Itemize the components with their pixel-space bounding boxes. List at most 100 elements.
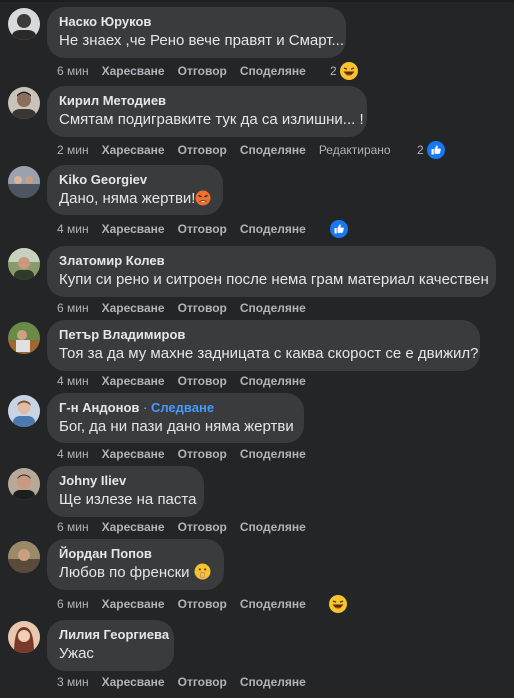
like-button[interactable]: Харесване <box>102 143 165 157</box>
comment-bubble: Лилия Георгиева Ужас <box>47 620 174 671</box>
comment-text: Любов по френски <box>59 563 212 583</box>
share-button[interactable]: Споделяне <box>240 597 306 611</box>
angry-emoji-icon <box>195 190 211 206</box>
like-button[interactable]: Харесване <box>102 520 165 534</box>
comment-actions: 2 мин Харесване Отговор Споделяне Редакт… <box>57 142 404 158</box>
reply-button[interactable]: Отговор <box>178 675 227 689</box>
comment-author[interactable]: Златомир Колев <box>59 253 484 269</box>
reply-button[interactable]: Отговор <box>178 520 227 534</box>
edited-label: Редактирано <box>318 143 391 157</box>
comment-author-name[interactable]: Г-н Андонов <box>59 400 139 415</box>
comment-actions: 6 мин Харесване Отговор Споделяне <box>57 596 319 612</box>
reply-button[interactable]: Отговор <box>178 222 227 236</box>
share-button[interactable]: Споделяне <box>240 520 306 534</box>
share-button[interactable]: Споделяне <box>240 301 306 315</box>
comment-bubble: Йордан Попов Любов по френски <box>47 539 224 590</box>
avatar[interactable] <box>8 621 40 653</box>
comment-actions: 6 мин Харесване Отговор Споделяне <box>57 519 319 535</box>
share-button[interactable]: Споделяне <box>240 64 306 78</box>
shushing-emoji-icon <box>194 563 211 580</box>
share-button[interactable]: Споделяне <box>240 374 306 388</box>
comment-bubble: Златомир Колев Купи си рено и ситроен по… <box>47 246 496 297</box>
reply-button[interactable]: Отговор <box>178 301 227 315</box>
like-button[interactable]: Харесване <box>102 597 165 611</box>
avatar[interactable] <box>8 166 40 198</box>
comment-author[interactable]: Наско Юруков <box>59 14 334 30</box>
comment-text: Ужас <box>59 645 94 662</box>
comment-time[interactable]: 6 мин <box>57 520 89 534</box>
avatar[interactable] <box>8 87 40 119</box>
comment-actions: 4 мин Харесване Отговор Споделяне <box>57 373 319 389</box>
comment-author: Г-н Андонов · Следване <box>59 400 292 416</box>
comment-text: Дано, няма жертви! <box>59 189 211 209</box>
comment-time[interactable]: 6 мин <box>57 64 89 78</box>
like-button[interactable]: Харесване <box>102 64 165 78</box>
avatar[interactable] <box>8 322 40 354</box>
reaction-count: 2 <box>330 64 337 78</box>
reaction-count: 2 <box>417 143 424 157</box>
like-button[interactable]: Харесване <box>102 675 165 689</box>
avatar[interactable] <box>8 541 40 573</box>
comment-text-content: Любов по френски <box>59 564 190 581</box>
share-button[interactable]: Споделяне <box>240 447 306 461</box>
comment-text: Ще излезе на паста <box>59 491 197 508</box>
reaction-summary[interactable]: 2 <box>330 61 359 81</box>
follow-button[interactable]: Следване <box>151 400 214 415</box>
reaction-summary[interactable] <box>329 219 349 239</box>
reply-button[interactable]: Отговор <box>178 143 227 157</box>
reply-button[interactable]: Отговор <box>178 447 227 461</box>
comment-time[interactable]: 6 мин <box>57 301 89 315</box>
comment-time[interactable]: 2 мин <box>57 143 89 157</box>
comment-actions: 6 мин Харесване Отговор Споделяне <box>57 300 319 316</box>
comment-text: Тоя за да му махне задницата с каква ско… <box>59 345 479 362</box>
like-icon <box>330 220 348 238</box>
avatar[interactable] <box>8 248 40 280</box>
comment-text: Не знаех ,че Рено вече правят и Смарт... <box>59 32 344 49</box>
laughing-emoji-icon <box>339 62 358 80</box>
reply-button[interactable]: Отговор <box>178 597 227 611</box>
comment-bubble: Петър Владимиров Тоя за да му махне задн… <box>47 320 480 371</box>
comment-bubble: Johny Iliev Ще излезе на паста <box>47 466 204 517</box>
like-button[interactable]: Харесване <box>102 374 165 388</box>
comment-time[interactable]: 6 мин <box>57 597 89 611</box>
share-button[interactable]: Споделяне <box>240 675 306 689</box>
like-icon <box>426 141 445 159</box>
comment-bubble: Kiko Georgiev Дано, няма жертви! <box>47 165 223 215</box>
comment-time[interactable]: 3 мин <box>57 675 89 689</box>
like-button[interactable]: Харесване <box>102 222 165 236</box>
avatar[interactable] <box>8 468 40 500</box>
reaction-summary[interactable]: 2 <box>417 140 446 160</box>
comment-time[interactable]: 4 мин <box>57 222 89 236</box>
comment-text: Купи си рено и ситроен после нема грам м… <box>59 271 489 288</box>
comment-text-content: Дано, няма жертви! <box>59 190 196 207</box>
comment-time[interactable]: 4 мин <box>57 374 89 388</box>
comment-bubble: Кирил Методиев Смятам подигравките тук д… <box>47 86 367 137</box>
comment-actions: 4 мин Харесване Отговор Споделяне <box>57 446 319 462</box>
reply-button[interactable]: Отговор <box>178 374 227 388</box>
reply-button[interactable]: Отговор <box>178 64 227 78</box>
comment-actions: 3 мин Харесване Отговор Споделяне <box>57 674 319 690</box>
share-button[interactable]: Споделяне <box>240 143 306 157</box>
separator-dot: · <box>139 400 151 415</box>
comment-author[interactable]: Йордан Попов <box>59 546 212 562</box>
like-button[interactable]: Харесване <box>102 447 165 461</box>
comment-author[interactable]: Лилия Георгиева <box>59 627 169 643</box>
laughing-emoji-icon <box>329 595 347 613</box>
comment-bubble: Г-н Андонов · Следване Бог, да ни пази д… <box>47 393 304 443</box>
comment-actions: 6 мин Харесване Отговор Споделяне <box>57 63 319 79</box>
avatar[interactable] <box>8 8 40 40</box>
reaction-summary[interactable] <box>328 594 348 614</box>
share-button[interactable]: Споделяне <box>240 222 306 236</box>
top-divider <box>0 0 514 2</box>
comment-author[interactable]: Петър Владимиров <box>59 327 468 343</box>
comment-author[interactable]: Johny Iliev <box>59 473 192 489</box>
comment-author[interactable]: Kiko Georgiev <box>59 172 211 188</box>
comment-text: Смятам подигравките тук да са излишни...… <box>59 111 364 128</box>
like-button[interactable]: Харесване <box>102 301 165 315</box>
comment-actions: 4 мин Харесване Отговор Споделяне <box>57 221 319 237</box>
avatar[interactable] <box>8 395 40 427</box>
comment-bubble: Наско Юруков Не знаех ,че Рено вече прав… <box>47 7 346 58</box>
comment-time[interactable]: 4 мин <box>57 447 89 461</box>
comment-text: Бог, да ни пази дано няма жертви <box>59 418 294 435</box>
comment-author[interactable]: Кирил Методиев <box>59 93 355 109</box>
